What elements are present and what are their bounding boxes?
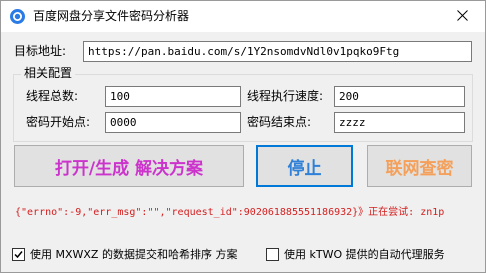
config-group-title: 相关配置 bbox=[21, 66, 76, 81]
thread-speed-label: 线程执行速度: bbox=[247, 89, 324, 103]
target-url-label: 目标地址: bbox=[14, 44, 67, 58]
app-window: 百度网盘分享文件密码分析器 目标地址: https://pan.baidu.co… bbox=[0, 0, 486, 273]
close-button[interactable] bbox=[439, 1, 485, 32]
option-mxwxz-label: 使用 MXWXZ 的数据提交和哈希排序 方案 bbox=[30, 248, 238, 261]
password-end-label: 密码结束点: bbox=[247, 115, 312, 129]
close-icon bbox=[456, 9, 468, 24]
password-start-input[interactable]: 0000 bbox=[105, 112, 241, 133]
baidu-cloud-icon bbox=[10, 9, 25, 24]
password-start-label: 密码开始点: bbox=[26, 115, 91, 129]
window-title: 百度网盘分享文件密码分析器 bbox=[33, 9, 190, 23]
thread-speed-input[interactable]: 200 bbox=[334, 86, 465, 107]
online-query-button[interactable]: 联网查密 bbox=[367, 145, 472, 187]
checkbox-box[interactable] bbox=[12, 247, 25, 261]
total-threads-label: 线程总数: bbox=[26, 89, 79, 103]
total-threads-input[interactable]: 100 bbox=[105, 86, 241, 107]
status-output: {"errno":-9,"err_msg":"","request_id":90… bbox=[15, 207, 445, 218]
option-ktwo-label: 使用 kTWO 提供的自动代理服务 bbox=[284, 248, 445, 261]
option-mxwxz-checkbox[interactable]: 使用 MXWXZ 的数据提交和哈希排序 方案 bbox=[12, 246, 237, 262]
title-bar: 百度网盘分享文件密码分析器 bbox=[1, 1, 485, 32]
checkbox-box[interactable] bbox=[266, 247, 279, 261]
open-generate-solution-button[interactable]: 打开/生成 解决方案 bbox=[14, 145, 244, 187]
password-end-input[interactable]: zzzz bbox=[334, 112, 465, 133]
stop-button[interactable]: 停止 bbox=[256, 145, 353, 187]
target-url-input[interactable]: https://pan.baidu.com/s/1Y2nsomdvNdl0v1p… bbox=[83, 41, 472, 62]
option-ktwo-checkbox[interactable]: 使用 kTWO 提供的自动代理服务 bbox=[266, 246, 445, 262]
checkmark-icon bbox=[14, 250, 23, 258]
